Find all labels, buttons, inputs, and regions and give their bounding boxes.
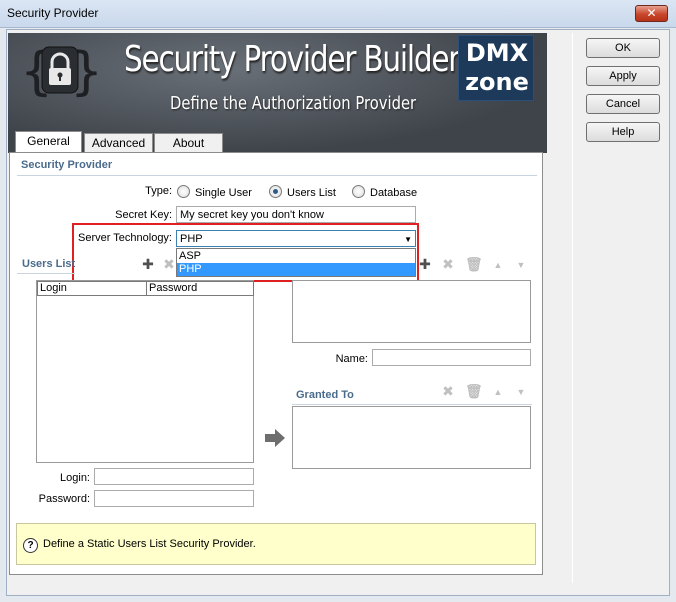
radio-database-label: Database [370, 187, 418, 199]
dmxzone-logo: DMX zone [458, 35, 534, 101]
question-icon: ? [23, 538, 38, 553]
radio-single-user[interactable] [177, 185, 190, 198]
radio-single-user-label: Single User [195, 187, 252, 199]
plus-icon[interactable]: ✚ [141, 257, 155, 271]
lock-logo-icon: { } [20, 42, 100, 101]
section-title-users-list: Users List [22, 258, 76, 270]
divider [17, 273, 75, 274]
radio-users-list[interactable] [269, 185, 282, 198]
window-titlebar: Security Provider ✕ [0, 0, 676, 28]
plus-icon[interactable]: ✚ [418, 257, 432, 271]
name-input[interactable] [372, 349, 531, 366]
radio-users-list-label: Users List [287, 187, 336, 199]
apply-button[interactable]: Apply [586, 66, 660, 86]
type-label: Type: [145, 185, 172, 197]
banner-subtitle: Define the Authorization Provider [170, 93, 417, 114]
arrow-down-icon[interactable]: ▼ [514, 385, 528, 399]
banner-title: Security Provider Builder [124, 39, 460, 80]
info-text: Define a Static Users List Security Prov… [43, 538, 256, 550]
x-icon[interactable]: ✖ [441, 384, 455, 398]
logo-bottom-text: zone [465, 68, 529, 96]
tab-about[interactable]: About [154, 133, 223, 153]
login-input[interactable] [94, 468, 254, 485]
cancel-button[interactable]: Cancel [586, 94, 660, 114]
info-bar: ? Define a Static Users List Security Pr… [16, 523, 536, 565]
column-header-login[interactable]: Login [37, 281, 147, 296]
x-icon[interactable]: ✖ [441, 257, 455, 271]
tab-advanced[interactable]: Advanced [84, 133, 153, 153]
name-label: Name: [335, 353, 368, 365]
separator [572, 33, 573, 583]
arrow-right-icon[interactable] [263, 428, 287, 448]
x-icon[interactable]: ✖ [162, 257, 176, 271]
close-button[interactable]: ✕ [635, 5, 668, 22]
radio-database[interactable] [352, 185, 365, 198]
tab-general[interactable]: General [15, 131, 82, 153]
divider [17, 175, 537, 176]
secret-key-label: Secret Key: [115, 209, 172, 221]
password-label: Password: [38, 493, 90, 505]
section-title-security-provider: Security Provider [21, 159, 113, 171]
password-input[interactable] [94, 490, 254, 507]
trash-icon[interactable]: 🗑 [465, 257, 483, 271]
trash-icon[interactable]: 🗑 [465, 384, 483, 398]
arrow-up-icon[interactable]: ▲ [491, 385, 505, 399]
ok-button[interactable]: OK [586, 38, 660, 58]
permissions-list[interactable] [292, 280, 531, 343]
secret-key-input[interactable]: My secret key you don't know [176, 206, 416, 223]
divider [292, 404, 532, 405]
column-header-password[interactable]: Password [146, 281, 254, 296]
login-label: Login: [60, 472, 90, 484]
window-title: Security Provider [7, 6, 99, 20]
highlight-annotation [72, 223, 419, 282]
help-button[interactable]: Help [586, 122, 660, 142]
arrow-up-icon[interactable]: ▲ [491, 258, 505, 272]
arrow-down-icon[interactable]: ▼ [514, 258, 528, 272]
section-title-granted-to: Granted To [296, 389, 354, 401]
users-list-table: Login Password [36, 280, 254, 463]
logo-top-text: DMX [465, 39, 529, 67]
granted-to-list[interactable] [292, 406, 531, 469]
